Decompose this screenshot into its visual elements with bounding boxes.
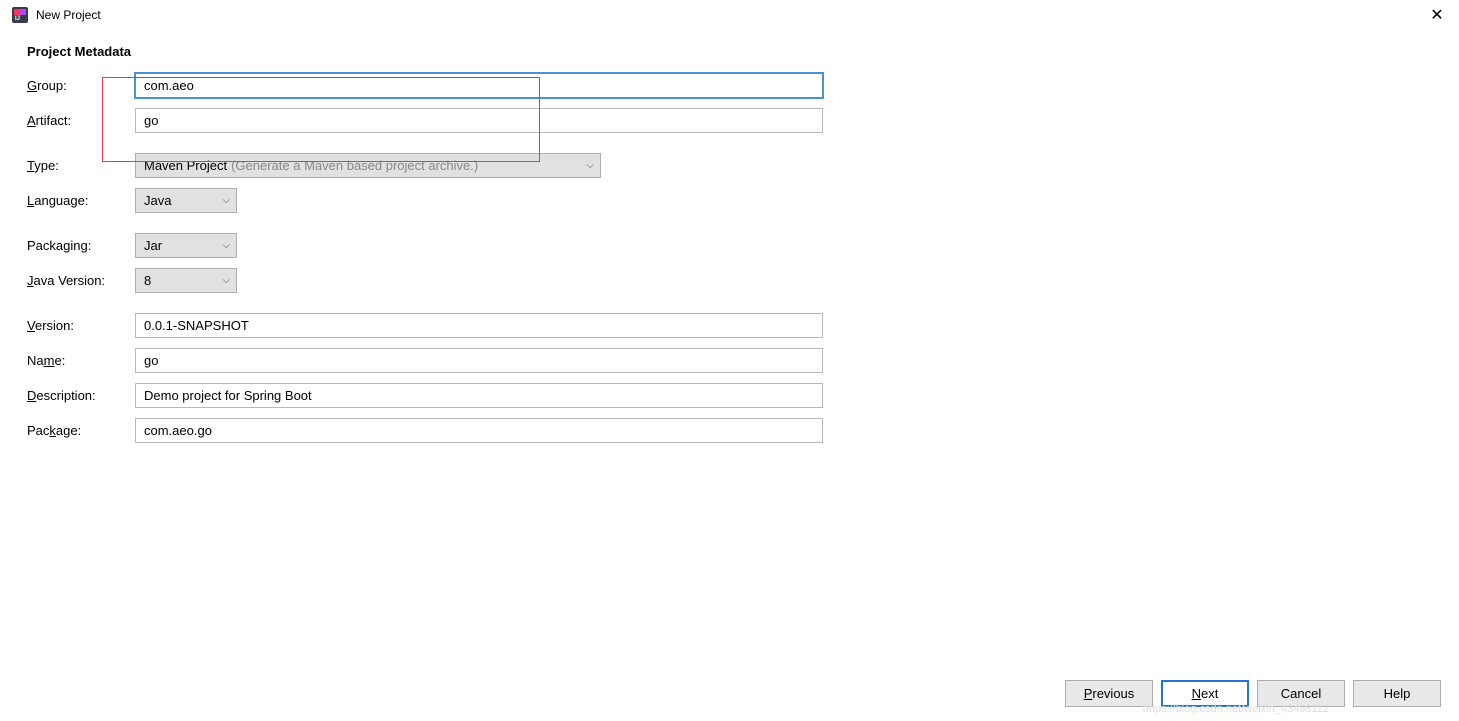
- button-bar: Previous Next Cancel Help: [1065, 680, 1441, 707]
- window-title: New Project: [36, 8, 1425, 22]
- chevron-down-icon: ⌵: [586, 160, 594, 171]
- javaversion-dropdown[interactable]: 8 ⌵: [135, 268, 237, 293]
- chevron-down-icon: ⌵: [222, 240, 230, 251]
- label-name: Name:: [27, 353, 135, 368]
- label-artifact: Artifact:: [27, 113, 135, 128]
- description-input[interactable]: [135, 383, 823, 408]
- row-group: Group:: [27, 73, 1432, 98]
- label-javaversion: Java Version:: [27, 273, 135, 288]
- close-icon[interactable]: ✕: [1425, 3, 1449, 27]
- section-heading: Project Metadata: [27, 44, 1432, 59]
- chevron-down-icon: ⌵: [222, 195, 230, 206]
- row-language: Language: Java ⌵: [27, 188, 1432, 213]
- row-version: Version:: [27, 313, 1432, 338]
- help-button[interactable]: Help: [1353, 680, 1441, 707]
- label-description: Description:: [27, 388, 135, 403]
- label-version: Version:: [27, 318, 135, 333]
- group-input[interactable]: [135, 73, 823, 98]
- language-dropdown[interactable]: Java ⌵: [135, 188, 237, 213]
- next-button[interactable]: Next: [1161, 680, 1249, 707]
- content-area: Project Metadata Group: Artifact: Type: …: [0, 30, 1459, 443]
- packaging-dropdown-value: Jar: [144, 238, 162, 253]
- label-packaging: Packaging:: [27, 238, 135, 253]
- previous-button[interactable]: Previous: [1065, 680, 1153, 707]
- type-dropdown-value: Maven Project: [144, 158, 227, 173]
- row-name: Name:: [27, 348, 1432, 373]
- row-package: Package:: [27, 418, 1432, 443]
- label-package: Package:: [27, 423, 135, 438]
- cancel-button[interactable]: Cancel: [1257, 680, 1345, 707]
- artifact-input[interactable]: [135, 108, 823, 133]
- label-type: Type:: [27, 158, 135, 173]
- row-artifact: Artifact:: [27, 108, 1432, 133]
- javaversion-dropdown-value: 8: [144, 273, 151, 288]
- type-dropdown-hint: (Generate a Maven based project archive.…: [231, 158, 478, 173]
- packaging-dropdown[interactable]: Jar ⌵: [135, 233, 237, 258]
- titlebar: IJ New Project ✕: [0, 0, 1459, 30]
- name-input[interactable]: [135, 348, 823, 373]
- svg-text:IJ: IJ: [15, 16, 20, 22]
- package-input[interactable]: [135, 418, 823, 443]
- label-language: Language:: [27, 193, 135, 208]
- language-dropdown-value: Java: [144, 193, 171, 208]
- row-javaversion: Java Version: 8 ⌵: [27, 268, 1432, 293]
- type-dropdown[interactable]: Maven Project (Generate a Maven based pr…: [135, 153, 601, 178]
- version-input[interactable]: [135, 313, 823, 338]
- row-packaging: Packaging: Jar ⌵: [27, 233, 1432, 258]
- app-icon: IJ: [12, 7, 28, 23]
- row-description: Description:: [27, 383, 1432, 408]
- chevron-down-icon: ⌵: [222, 275, 230, 286]
- label-group: Group:: [27, 78, 135, 93]
- row-type: Type: Maven Project (Generate a Maven ba…: [27, 153, 1432, 178]
